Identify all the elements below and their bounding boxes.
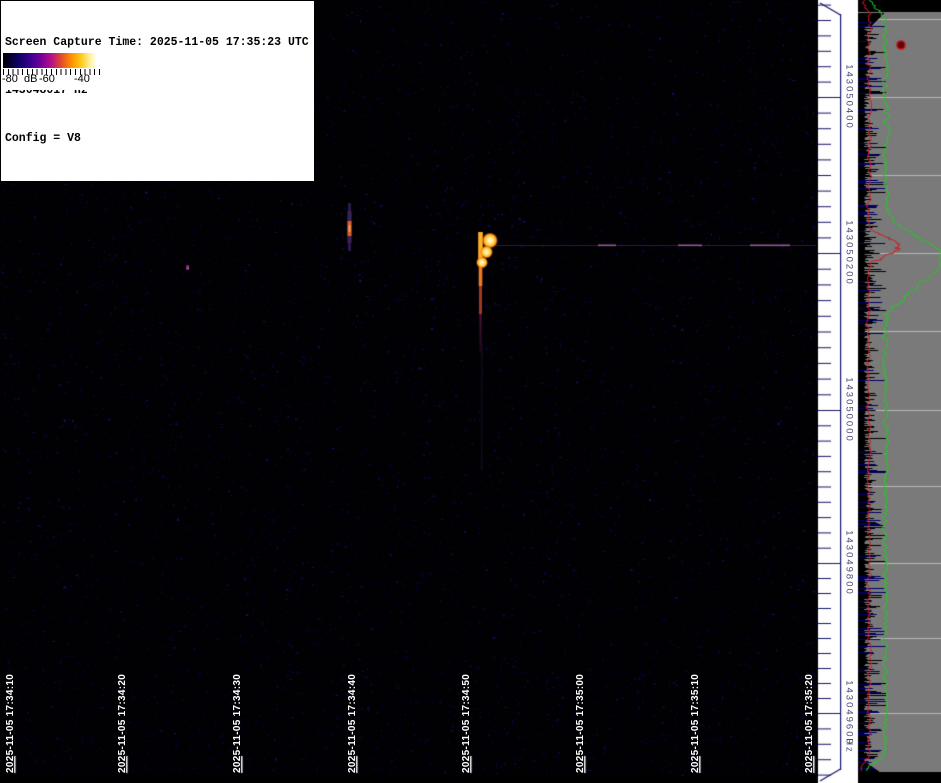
freq-axis-label: 143050200 (843, 220, 855, 286)
capture-time-text: Screen Capture Time: 2025-11-05 17:35:23… (5, 36, 309, 49)
time-axis-label: 2025-11-05 17:34:10 (4, 673, 16, 773)
color-scale-unit-label: dB (24, 73, 38, 85)
time-axis-label: 2025-11-05 17:35:00 (574, 673, 586, 773)
time-axis-label: 2025-11-05 17:34:40 (346, 673, 358, 773)
freq-axis-label: 143049800 (843, 530, 855, 596)
info-box: Screen Capture Time: 2025-11-05 17:35:23… (1, 1, 314, 181)
freq-axis-label: 143049600 (843, 680, 855, 746)
time-axis-label: 2025-11-05 17:34:50 (460, 673, 472, 773)
time-axis-label: 2025-11-05 17:34:20 (116, 673, 128, 773)
color-scale-label-max: -40 (74, 73, 90, 85)
spectrum-lab-screen-capture: Screen Capture Time: 2025-11-05 17:35:23… (0, 0, 941, 783)
color-scale-label-min: -80 (2, 73, 18, 85)
color-scale-legend: -80 dB -60 -40 (1, 52, 103, 90)
color-gradient-bar (3, 53, 100, 68)
time-axis-label: 2025-11-05 17:35:10 (689, 673, 701, 773)
freq-axis-label: 143050000 (843, 377, 855, 443)
color-scale-label-mid: -60 (39, 73, 55, 85)
freq-axis-label: 143050400 (843, 64, 855, 130)
freq-axis-unit: Hz (843, 738, 855, 754)
config-text: Config = V8 (5, 132, 81, 145)
time-axis-label: 2025-11-05 17:35:20 (803, 673, 815, 773)
time-axis-label: 2025-11-05 17:34:30 (231, 673, 243, 773)
